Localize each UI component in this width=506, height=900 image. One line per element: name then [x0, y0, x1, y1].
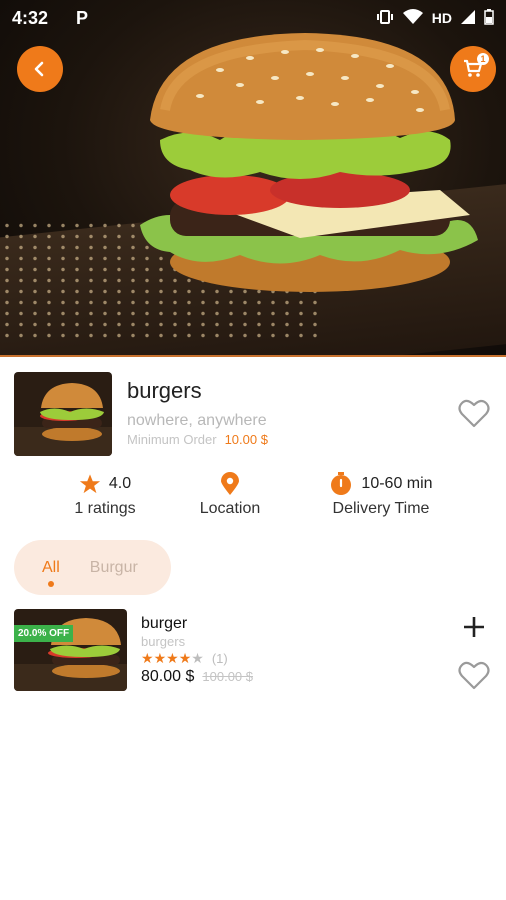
min-order-value: 10.00 $	[224, 432, 268, 447]
back-button[interactable]	[17, 46, 63, 92]
tab-burgur[interactable]: Burgur	[90, 559, 138, 577]
item-rating: ★ ★ ★ ★ ★ (1)	[141, 650, 228, 667]
network-type: HD	[431, 10, 452, 26]
wifi-icon	[402, 9, 423, 27]
rating-value: 4.0	[108, 475, 132, 492]
item-price-row: 80.00 $ 100.00 $	[141, 668, 253, 686]
star-empty-icon: ★	[191, 650, 204, 666]
battery-icon	[484, 8, 494, 28]
heart-outline-icon	[458, 399, 490, 428]
location-info[interactable]: Location	[190, 470, 270, 518]
item-name[interactable]: burger	[141, 615, 187, 633]
status-icons: HD	[376, 8, 494, 28]
timer-icon	[331, 472, 352, 495]
status-bar: 4:32 P HD	[0, 0, 506, 36]
item-rating-count: (1)	[211, 651, 228, 666]
status-time: 4:32	[12, 7, 49, 28]
location-pin-icon	[221, 472, 239, 495]
discount-badge: 20.0% OFF	[14, 625, 74, 642]
min-order-label: Minimum Order	[127, 432, 217, 447]
tab-all-label: All	[42, 558, 60, 576]
plus-icon	[464, 617, 484, 637]
parking-icon: P	[76, 7, 89, 28]
signal-icon	[461, 9, 475, 27]
restaurant-favorite-button[interactable]	[458, 398, 490, 433]
star-icon: ★	[178, 650, 192, 666]
back-arrow-icon	[34, 61, 44, 77]
item-thumbnail[interactable]: 20.0% OFF	[14, 609, 127, 691]
ratings-count-label: 1 ratings	[74, 500, 136, 517]
restaurant-cover-image	[0, 0, 506, 357]
minimum-order: Minimum Order 10.00 $	[127, 432, 268, 447]
cart-button[interactable]: 1	[450, 46, 496, 92]
restaurant-name: burgers	[127, 378, 202, 403]
burger-illustration	[140, 33, 478, 292]
cover-divider	[0, 355, 506, 357]
vibrate-icon	[376, 9, 394, 27]
tab-all[interactable]: All	[42, 558, 60, 587]
star-icon: ★	[141, 650, 154, 666]
heart-outline-icon	[458, 661, 490, 690]
category-tabs: All Burgur	[14, 540, 171, 595]
cart-badge: 1	[477, 53, 489, 65]
star-icon	[79, 474, 100, 494]
star-icon: ★	[166, 650, 179, 666]
item-favorite-button[interactable]	[458, 660, 490, 695]
active-tab-indicator	[47, 580, 54, 587]
star-icon: ★	[153, 650, 167, 666]
restaurant-address: nowhere, anywhere	[127, 412, 267, 429]
location-label: Location	[199, 500, 261, 517]
item-category: burgers	[141, 634, 186, 649]
delivery-time-value: 10-60 min	[361, 475, 433, 492]
add-to-cart-button[interactable]	[462, 615, 486, 644]
delivery-time-label: Delivery Time	[332, 500, 430, 517]
item-old-price: 100.00 $	[202, 669, 253, 684]
restaurant-thumbnail	[14, 372, 112, 456]
tab-burgur-label: Burgur	[89, 558, 138, 576]
rating-info: 4.0 1 ratings	[65, 470, 145, 518]
delivery-info: 10-60 min Delivery Time	[322, 470, 440, 518]
item-price: 80.00 $	[141, 668, 195, 685]
